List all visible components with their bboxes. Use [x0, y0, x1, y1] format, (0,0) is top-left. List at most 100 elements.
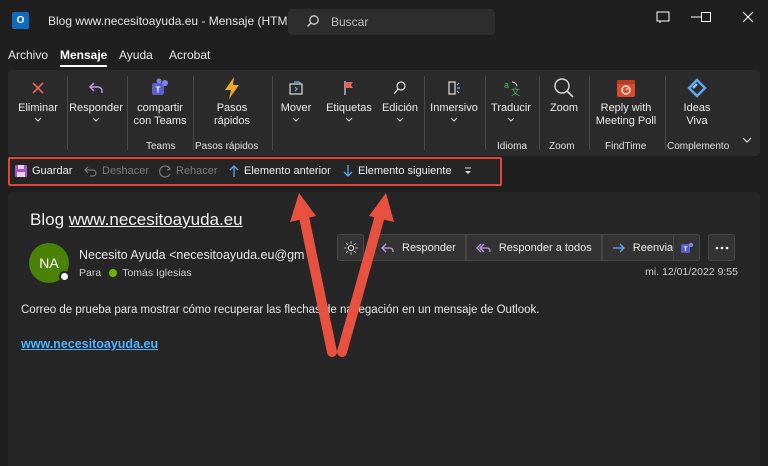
recipient-name[interactable]: Tomás Iglesias	[122, 267, 191, 279]
message-subject: Blog www.necesitoayuda.eu	[30, 210, 243, 230]
arrow-up-icon	[229, 165, 239, 177]
chevron-down-icon	[34, 117, 42, 122]
eliminar-label: Eliminar	[18, 102, 58, 114]
search-icon	[393, 81, 406, 95]
edicion-button[interactable]: Edición	[378, 74, 422, 123]
teams-chat-button[interactable]: T	[673, 234, 700, 261]
group-label-teams: Teams	[146, 141, 176, 152]
mover-label: Mover	[280, 102, 312, 114]
inmersivo-label: Inmersivo	[430, 102, 478, 114]
reply-label: Responder	[402, 241, 456, 254]
compartir-label-2: con Teams	[133, 115, 187, 127]
inmersivo-button[interactable]: Inmersivo	[426, 74, 482, 123]
compartir-teams-button[interactable]: T compartir con Teams	[130, 74, 190, 128]
redo-icon	[159, 165, 171, 178]
rehacer-button[interactable]: Rehacer	[158, 164, 218, 178]
presence-status	[59, 271, 70, 282]
ideas-viva-button[interactable]: Ideas Viva	[668, 74, 726, 128]
group-label-complemento: Complemento	[667, 141, 730, 152]
ideas-label-2: Viva	[686, 115, 708, 127]
deshacer-label: Deshacer	[102, 165, 150, 177]
ideas-label-1: Ideas	[683, 102, 711, 114]
svg-text:T: T	[156, 86, 161, 95]
reply-label-2: Meeting Poll	[595, 115, 657, 127]
maximize-button[interactable]	[696, 10, 716, 30]
group-label-idioma: Idioma	[497, 141, 528, 152]
message-body-link[interactable]: www.necesitoayuda.eu	[21, 337, 158, 351]
theme-toggle-button[interactable]	[337, 234, 364, 261]
tab-acrobat[interactable]: Acrobat	[169, 48, 210, 62]
message-body-text: Correo de prueba para mostrar cómo recup…	[21, 304, 540, 316]
responder-label: Responder	[69, 102, 123, 114]
arrow-down-icon	[343, 165, 353, 177]
teams-icon: T	[152, 78, 168, 95]
elemento-siguiente-label: Elemento siguiente	[358, 165, 452, 177]
etiquetas-label: Etiquetas	[326, 102, 372, 114]
outlook-app-icon: O	[12, 12, 33, 29]
forward-icon	[612, 243, 625, 252]
customize-chevron-icon	[465, 167, 471, 174]
message-actions: Responder Responder a todos Reenviar	[371, 234, 688, 261]
guardar-button[interactable]: Guardar	[14, 164, 72, 178]
undo-icon	[84, 166, 97, 177]
chevron-down-icon	[92, 117, 100, 122]
pasos-rapidos-button[interactable]: Pasos rápidos	[196, 74, 268, 128]
mover-button[interactable]: Mover	[275, 74, 317, 123]
ellipsis-icon	[715, 246, 728, 249]
forward-label: Reenviar	[632, 241, 677, 254]
ribbon: Eliminar Responder T compartir con Teams…	[8, 70, 760, 156]
reply-all-label: Responder a todos	[498, 241, 592, 254]
search-input[interactable]: Buscar	[288, 9, 495, 35]
etiquetas-button[interactable]: Etiquetas	[322, 74, 376, 123]
close-button[interactable]	[738, 10, 758, 30]
zoom-button[interactable]: Zoom	[542, 74, 586, 115]
pasos-label-1: Pasos	[216, 102, 248, 114]
elemento-anterior-button[interactable]: Elemento anterior	[228, 164, 331, 178]
ribbon-expand-icon[interactable]	[742, 136, 752, 144]
reply-all-button[interactable]: Responder a todos	[465, 234, 602, 261]
reply-icon	[88, 82, 103, 93]
zoom-icon	[554, 78, 574, 98]
recipient-presence-dot	[109, 269, 118, 277]
reply-meeting-poll-button[interactable]: Reply with Meeting Poll	[593, 74, 659, 128]
tab-ayuda[interactable]: Ayuda	[119, 48, 153, 62]
reply-icon	[381, 243, 394, 252]
save-icon	[15, 165, 27, 177]
elemento-siguiente-button[interactable]: Elemento siguiente	[342, 164, 452, 178]
more-options-button[interactable]	[708, 234, 735, 261]
customize-toolbar-button[interactable]	[463, 166, 477, 176]
recipient-line: Para Tomás Iglesias	[79, 267, 192, 279]
sun-icon	[344, 241, 357, 254]
compartir-label-1: compartir	[137, 102, 183, 114]
subject-prefix: Blog	[30, 210, 69, 229]
lightning-icon	[225, 77, 239, 99]
traducir-button[interactable]: a文 Traducir	[488, 74, 534, 123]
elemento-anterior-label: Elemento anterior	[244, 165, 331, 177]
feedback-icon[interactable]	[653, 10, 673, 30]
teams-icon: T	[680, 242, 693, 253]
reply-button[interactable]: Responder	[371, 234, 466, 261]
title-bar: O Blog www.necesitoayuda.eu - Mensaje (H…	[0, 0, 768, 42]
eliminar-button[interactable]: Eliminar	[12, 74, 64, 123]
tab-mensaje[interactable]: Mensaje	[60, 48, 108, 67]
translate-icon: a文	[504, 80, 520, 97]
responder-button[interactable]: Responder	[68, 74, 124, 123]
subject-link[interactable]: www.necesitoayuda.eu	[69, 210, 243, 229]
tab-archivo[interactable]: Archivo	[8, 48, 48, 62]
edicion-label: Edición	[381, 102, 419, 114]
chevron-down-icon	[450, 117, 458, 122]
group-label-zoom: Zoom	[549, 141, 575, 152]
traducir-label: Traducir	[491, 102, 531, 114]
sender-address[interactable]: Necesito Ayuda <necesitoayuda.eu@gm	[79, 248, 313, 262]
message-date: mi. 12/01/2022 9:55	[645, 266, 738, 278]
search-icon	[307, 15, 319, 27]
immersive-reader-icon	[448, 81, 460, 95]
deshacer-button[interactable]: Deshacer	[84, 164, 149, 178]
move-folder-icon	[289, 81, 303, 95]
to-label: Para	[79, 267, 102, 279]
reply-label-1: Reply with	[600, 102, 652, 114]
search-placeholder: Buscar	[331, 15, 369, 29]
guardar-label: Guardar	[32, 165, 73, 177]
chevron-down-icon	[396, 117, 404, 122]
group-label-pasos: Pasos rápidos	[195, 141, 259, 152]
